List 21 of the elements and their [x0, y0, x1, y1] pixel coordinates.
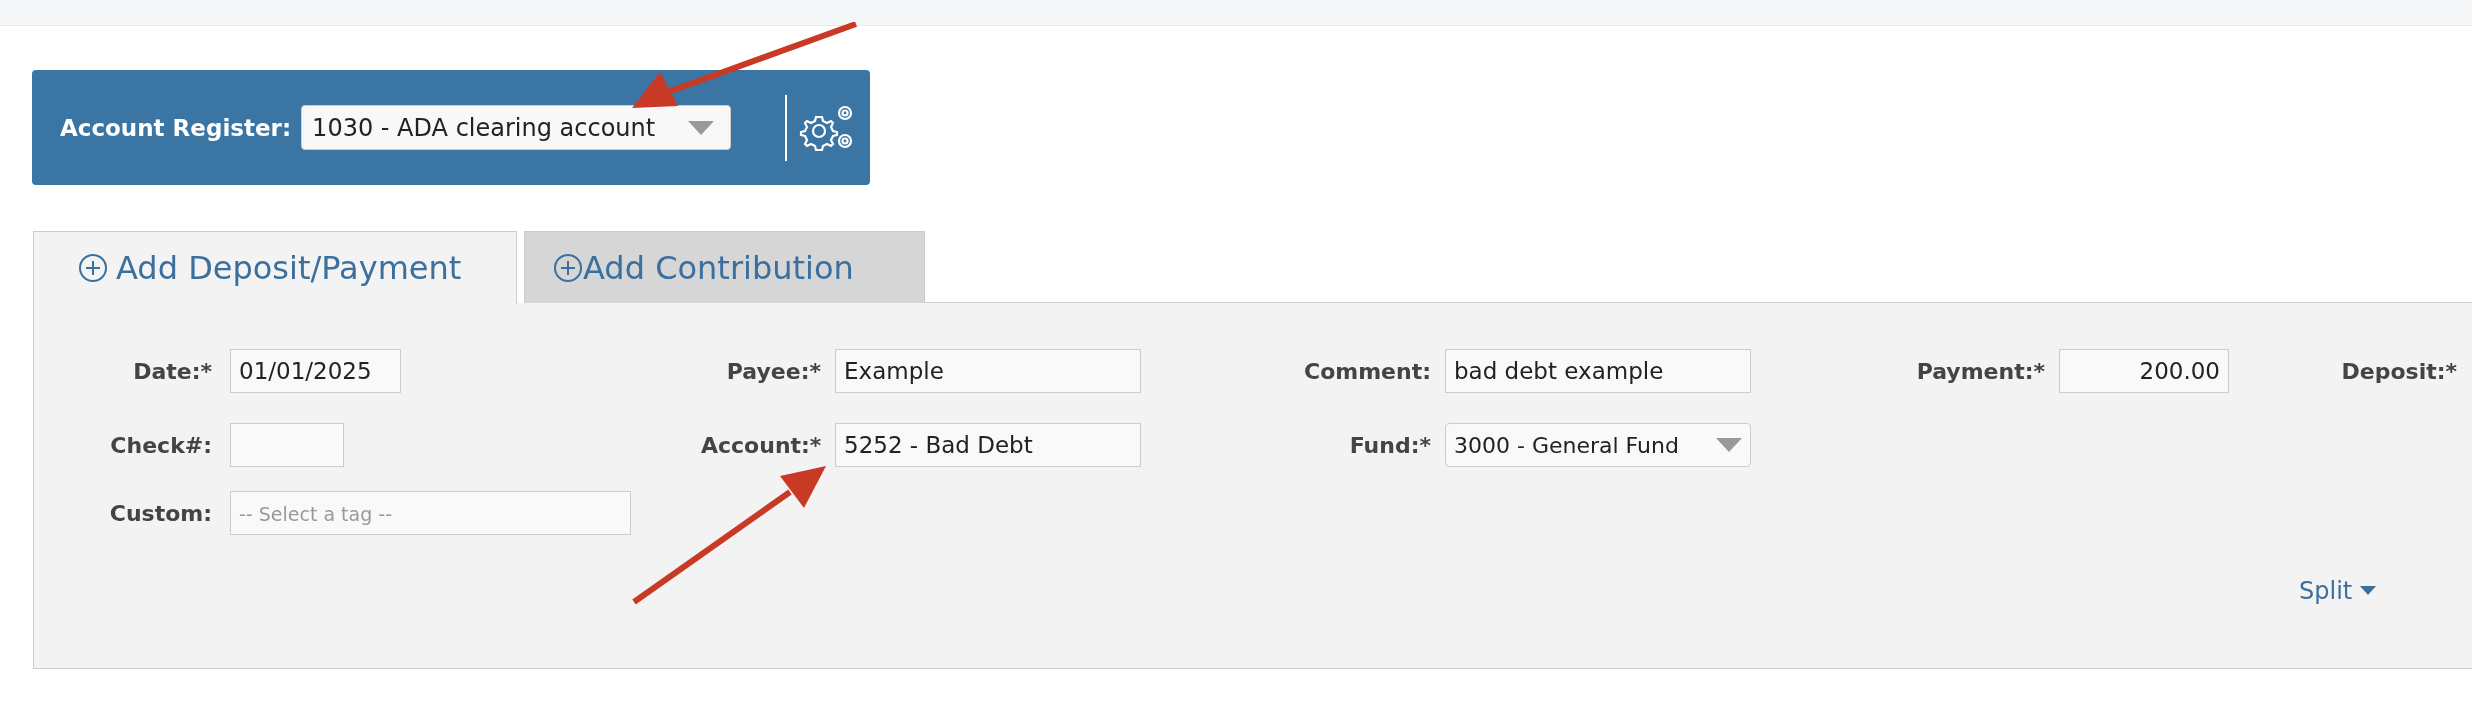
field-label: Fund:* — [1348, 432, 1432, 458]
split-link[interactable]: Split — [2299, 577, 2377, 605]
field-label: Payee:* — [725, 358, 822, 384]
field-label: Custom: — [108, 500, 213, 526]
tab[interactable]: Add Contribution — [524, 231, 925, 303]
input-field[interactable]: 200.00 — [2059, 349, 2229, 393]
account-select[interactable]: 1030 - ADA clearing account — [301, 105, 732, 150]
input-field[interactable]: Example — [835, 349, 1141, 393]
register-label: Account Register: — [60, 114, 292, 141]
fund-select[interactable]: 3000 - General Fund — [1445, 423, 1751, 467]
field-label: Account:* — [701, 432, 823, 458]
input-field[interactable]: -- Select a tag -- — [230, 491, 631, 535]
input-field[interactable]: bad debt example — [1445, 349, 1751, 393]
input-field[interactable]: 5252 - Bad Debt — [835, 423, 1141, 467]
field-label: Payment:* — [1915, 358, 2046, 384]
field-label: Date:* — [132, 358, 213, 384]
input-field[interactable]: 01/01/2025 — [230, 349, 401, 393]
field-label: Deposit:* — [2340, 358, 2458, 384]
field-label: Check#: — [109, 432, 213, 458]
field-label: Comment: — [1303, 358, 1432, 384]
tab[interactable]: Add Deposit/Payment — [33, 231, 517, 304]
